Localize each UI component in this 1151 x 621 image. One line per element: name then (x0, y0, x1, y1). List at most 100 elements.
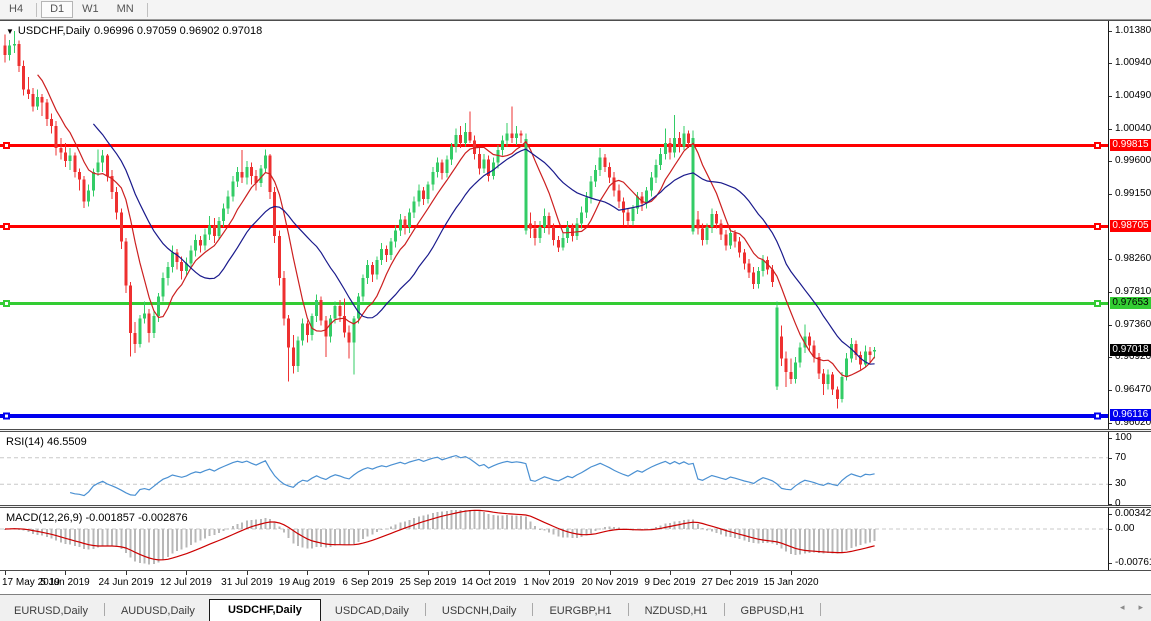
toolbar-separator (147, 3, 148, 17)
price-axis-tick (1109, 129, 1112, 130)
rsi-axis-tick (1109, 438, 1112, 439)
tab-usdchf-daily[interactable]: USDCHF,Daily (209, 599, 321, 621)
price-axis-label: 0.99150 (1115, 188, 1151, 199)
macd-axis-tick (1109, 514, 1112, 515)
time-axis-tick (126, 571, 127, 575)
tab-nzdusd-h1[interactable]: NZDUSD,H1 (631, 601, 722, 621)
price-chart-panel[interactable]: ▼ USDCHF,Daily 0.96996 0.97059 0.96902 0… (0, 20, 1151, 430)
price-axis-tick (1109, 259, 1112, 260)
chart-title: ▼ USDCHF,Daily 0.96996 0.97059 0.96902 0… (6, 25, 262, 37)
time-axis-tick (428, 571, 429, 575)
time-axis-tick (307, 571, 308, 575)
candlestick-plot[interactable] (0, 21, 1108, 429)
time-axis-label: 12 Jul 2019 (160, 577, 212, 588)
tab-separator (628, 603, 629, 616)
price-axis-tick (1109, 423, 1112, 424)
price-level-badge: 0.96116 (1110, 409, 1151, 421)
tab-usdcad-daily[interactable]: USDCAD,Daily (321, 601, 423, 621)
macd-axis: 0.003428 0.00 -0.007615 (1108, 508, 1151, 570)
timeframe-button-mn[interactable]: MN (108, 1, 143, 18)
time-axis-label: 1 Nov 2019 (523, 577, 574, 588)
time-axis-tick (489, 571, 490, 575)
rsi-axis-tick (1109, 504, 1112, 505)
rsi-indicator-panel[interactable]: RSI(14) 46.5509 10070300 (0, 431, 1151, 506)
price-axis-label: 0.97360 (1115, 319, 1151, 330)
time-axis-label: 5 Jun 2019 (40, 577, 90, 588)
price-axis-tick (1109, 63, 1112, 64)
time-axis-label: 15 Jan 2020 (763, 577, 818, 588)
time-axis-label: 31 Jul 2019 (221, 577, 273, 588)
price-axis-label: 0.98260 (1115, 253, 1151, 264)
price-axis-tick (1109, 31, 1112, 32)
price-level-badge: 0.98705 (1110, 220, 1151, 232)
time-axis: 17 May 20195 Jun 201924 Jun 201912 Jul 2… (0, 571, 1151, 594)
tab-usdcnh-daily[interactable]: USDCNH,Daily (428, 601, 531, 621)
macd-axis-label: 0.003428 (1115, 508, 1151, 519)
rsi-axis-tick (1109, 484, 1112, 485)
price-axis-label: 1.00490 (1115, 90, 1151, 101)
time-axis-tick (730, 571, 731, 575)
chart-shift-marker-icon: ▼ (6, 27, 14, 36)
chart-tab-bar: EURUSD,Daily AUDUSD,Daily USDCHF,Daily U… (0, 594, 1151, 621)
macd-axis-label: 0.00 (1115, 523, 1134, 534)
time-axis-tick (247, 571, 248, 575)
time-axis-tick (791, 571, 792, 575)
time-axis-label: 27 Dec 2019 (702, 577, 759, 588)
tab-separator (104, 603, 105, 616)
price-axis-label: 0.99600 (1115, 155, 1151, 166)
tab-gbpusd-h1[interactable]: GBPUSD,H1 (727, 601, 819, 621)
tab-eurusd-daily[interactable]: EURUSD,Daily (0, 601, 102, 621)
time-axis-tick (5, 571, 6, 575)
time-axis-tick (670, 571, 671, 575)
time-axis-label: 25 Sep 2019 (400, 577, 457, 588)
terminal-window: H4 D1 W1 MN ▼ USDCHF,Daily 0.96996 0.970… (0, 0, 1151, 621)
timeframe-toolbar: H4 D1 W1 MN (0, 0, 1151, 20)
time-axis-tick (549, 571, 550, 575)
timeframe-button-h4[interactable]: H4 (0, 1, 32, 18)
price-axis-label: 1.01380 (1115, 25, 1151, 36)
tab-separator (724, 603, 725, 616)
time-axis-tick (368, 571, 369, 575)
price-axis-label: 0.96470 (1115, 384, 1151, 395)
tab-scroll-left-icon[interactable]: ◂ (1120, 602, 1125, 613)
price-axis-tick (1109, 161, 1112, 162)
price-axis-tick (1109, 194, 1112, 195)
tab-audusd-daily[interactable]: AUDUSD,Daily (107, 601, 209, 621)
time-axis-label: 6 Sep 2019 (342, 577, 393, 588)
price-axis-label: 1.00040 (1115, 123, 1151, 134)
toolbar-separator (36, 3, 37, 17)
price-axis-label: 1.00940 (1115, 57, 1151, 68)
macd-axis-tick (1109, 563, 1112, 564)
rsi-axis: 10070300 (1108, 432, 1151, 505)
rsi-plot[interactable] (0, 432, 1108, 505)
time-axis-label: 20 Nov 2019 (582, 577, 639, 588)
chart-symbol-label: USDCHF,Daily (18, 25, 90, 37)
rsi-axis-tick (1109, 458, 1112, 459)
timeframe-button-w1[interactable]: W1 (73, 1, 108, 18)
time-axis-label: 14 Oct 2019 (462, 577, 516, 588)
time-axis-label: 19 Aug 2019 (279, 577, 335, 588)
price-level-badge: 0.97653 (1110, 297, 1151, 309)
time-axis-label: 9 Dec 2019 (644, 577, 695, 588)
rsi-label: RSI(14) 46.5509 (6, 436, 87, 448)
tab-eurgbp-h1[interactable]: EURGBP,H1 (535, 601, 625, 621)
tab-scroll-right-icon[interactable]: ▸ (1138, 602, 1143, 613)
price-axis-tick (1109, 325, 1112, 326)
price-axis-tick (1109, 390, 1112, 391)
price-axis-tick (1109, 292, 1112, 293)
macd-label: MACD(12,26,9) -0.001857 -0.002876 (6, 512, 188, 524)
macd-axis-tick (1109, 529, 1112, 530)
time-axis-label: 24 Jun 2019 (98, 577, 153, 588)
time-axis-tick (186, 571, 187, 575)
rsi-axis-label: 30 (1115, 478, 1126, 489)
tab-separator (532, 603, 533, 616)
price-axis-tick (1109, 357, 1112, 358)
tab-separator (820, 603, 821, 616)
time-axis-tick (65, 571, 66, 575)
macd-axis-label: -0.007615 (1115, 557, 1151, 568)
timeframe-button-d1[interactable]: D1 (41, 1, 73, 18)
price-axis: 1.01380 1.00940 1.00490 1.00040 0.99600 0.991… (1108, 21, 1151, 429)
tab-separator (425, 603, 426, 616)
price-level-badge: 0.97018 (1110, 344, 1151, 356)
macd-indicator-panel[interactable]: MACD(12,26,9) -0.001857 -0.002876 0.0034… (0, 507, 1151, 571)
